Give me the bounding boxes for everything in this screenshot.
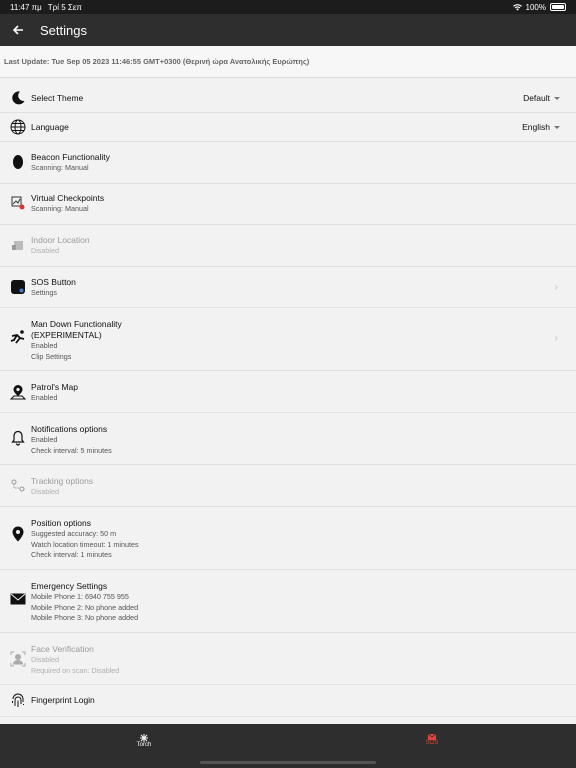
setting-title: Language [31,121,69,132]
chevron-right-icon: › [554,333,558,344]
setting-subtitle: Disabled [31,246,59,255]
envelope-icon [8,589,28,609]
setting-subtitle: Scanning: Manual [31,204,89,213]
face-scan-icon [8,649,28,669]
setting-emergency[interactable]: Emergency Settings Mobile Phone 1: 6940 … [0,570,576,633]
app-bar: Settings [0,14,576,46]
setting-subtitle-line2: Check interval: 5 minutes [31,445,112,455]
beacon-icon [8,152,28,172]
setting-subtitle: Disabled [31,487,59,496]
setting-title: Fingerprint Login [31,695,95,705]
map-pin-icon [8,382,28,402]
caret-down-icon [554,125,560,129]
moon-icon [8,88,28,108]
fingerprint-icon [8,691,28,711]
arrow-left-icon [12,25,23,35]
page-title: Settings [40,22,87,38]
setting-man-down[interactable]: Man Down Functionality (EXPERIMENTAL) En… [0,308,576,371]
wifi-icon [512,3,522,11]
bottom-nav: Torch SOS [0,724,576,768]
theme-dropdown[interactable]: Default [523,93,560,103]
torch-icon [140,734,148,742]
man-down-icon [8,327,28,347]
setting-subtitle: Mobile Phone 1: 6940 755 955 [31,592,129,601]
setting-subtitle-line2: Required on scan: Disabled [31,665,120,675]
setting-title: Man Down Functionality [31,319,122,329]
setting-notifications[interactable]: Notifications options Enabled Check inte… [0,413,576,465]
setting-face-verification[interactable]: Face Verification Disabled Required on s… [0,633,576,685]
status-time: 11:47 πμ [10,2,42,12]
setting-subtitle-line2: Mobile Phone 2: No phone added [31,602,139,612]
setting-subtitle: Enabled [31,341,58,350]
status-bar: 11:47 πμ Τρί 5 Σεπ 100% [0,0,576,14]
setting-title: Beacon Functionality [31,152,110,162]
home-indicator[interactable] [200,761,376,764]
setting-beacon[interactable]: Beacon Functionality Scanning: Manual [0,142,576,184]
setting-subtitle-line3: Check interval: 1 minutes [31,550,112,559]
setting-indoor-location[interactable]: Indoor Location Disabled [0,225,576,267]
setting-title: Indoor Location [31,235,90,245]
setting-title-line2: (EXPERIMENTAL) [31,330,102,340]
language-dropdown[interactable]: English [522,122,560,132]
setting-subtitle: Enabled [31,435,58,444]
tracking-icon [8,476,28,496]
setting-subtitle: Scanning: Manual [31,163,89,172]
sos-device-icon [8,277,28,297]
setting-title: Notifications options [31,424,108,434]
battery-percent: 100% [525,2,546,12]
indoor-location-icon [8,235,28,255]
bell-icon [8,428,28,448]
setting-title: Emergency Settings [31,581,108,591]
location-pin-icon [8,524,28,544]
setting-patrol-map[interactable]: Patrol's Map Enabled [0,371,576,413]
setting-subtitle-line2: Clip Settings [31,351,72,361]
setting-language[interactable]: Language English [0,113,576,142]
settings-list: Select Theme Default Language English Be… [0,84,576,724]
setting-title: Position options [31,518,92,528]
setting-virtual-checkpoints[interactable]: Virtual Checkpoints Scanning: Manual [0,184,576,225]
setting-sos-button[interactable]: SOS Button Settings › [0,267,576,308]
setting-title: Virtual Checkpoints [31,193,105,203]
last-update-text: Last Update: Tue Sep 05 2023 11:46:55 GM… [0,46,576,78]
setting-subtitle: Settings [31,288,57,297]
setting-tracking[interactable]: Tracking options Disabled [0,465,576,507]
chevron-right-icon: › [554,282,558,293]
setting-title: SOS Button [31,277,76,287]
setting-position[interactable]: Position options Suggested accuracy: 50 … [0,507,576,570]
setting-select-theme[interactable]: Select Theme Default [0,84,576,113]
setting-subtitle-line3: Mobile Phone 3: No phone added [31,613,139,622]
setting-fingerprint[interactable]: Fingerprint Login [0,685,576,717]
setting-subtitle: Suggested accuracy: 50 m [31,529,117,538]
battery-icon [550,3,566,11]
setting-subtitle: Enabled [31,393,58,402]
virtual-checkpoint-icon [8,193,28,213]
sos-label: SOS [425,740,439,746]
setting-title: Tracking options [31,476,94,486]
setting-subtitle: Disabled [31,655,59,664]
setting-title: Select Theme [31,92,84,103]
setting-subtitle-line2: Watch location timeout: 1 minutes [31,539,139,549]
setting-title: Patrol's Map [31,382,78,392]
language-value: English [522,122,550,132]
status-date: Τρί 5 Σεπ [47,2,82,12]
theme-value: Default [523,93,550,103]
torch-label: Torch [136,742,152,748]
globe-icon [8,117,28,137]
setting-title: Face Verification [31,644,94,654]
caret-down-icon [554,96,560,100]
back-button[interactable] [0,14,36,46]
